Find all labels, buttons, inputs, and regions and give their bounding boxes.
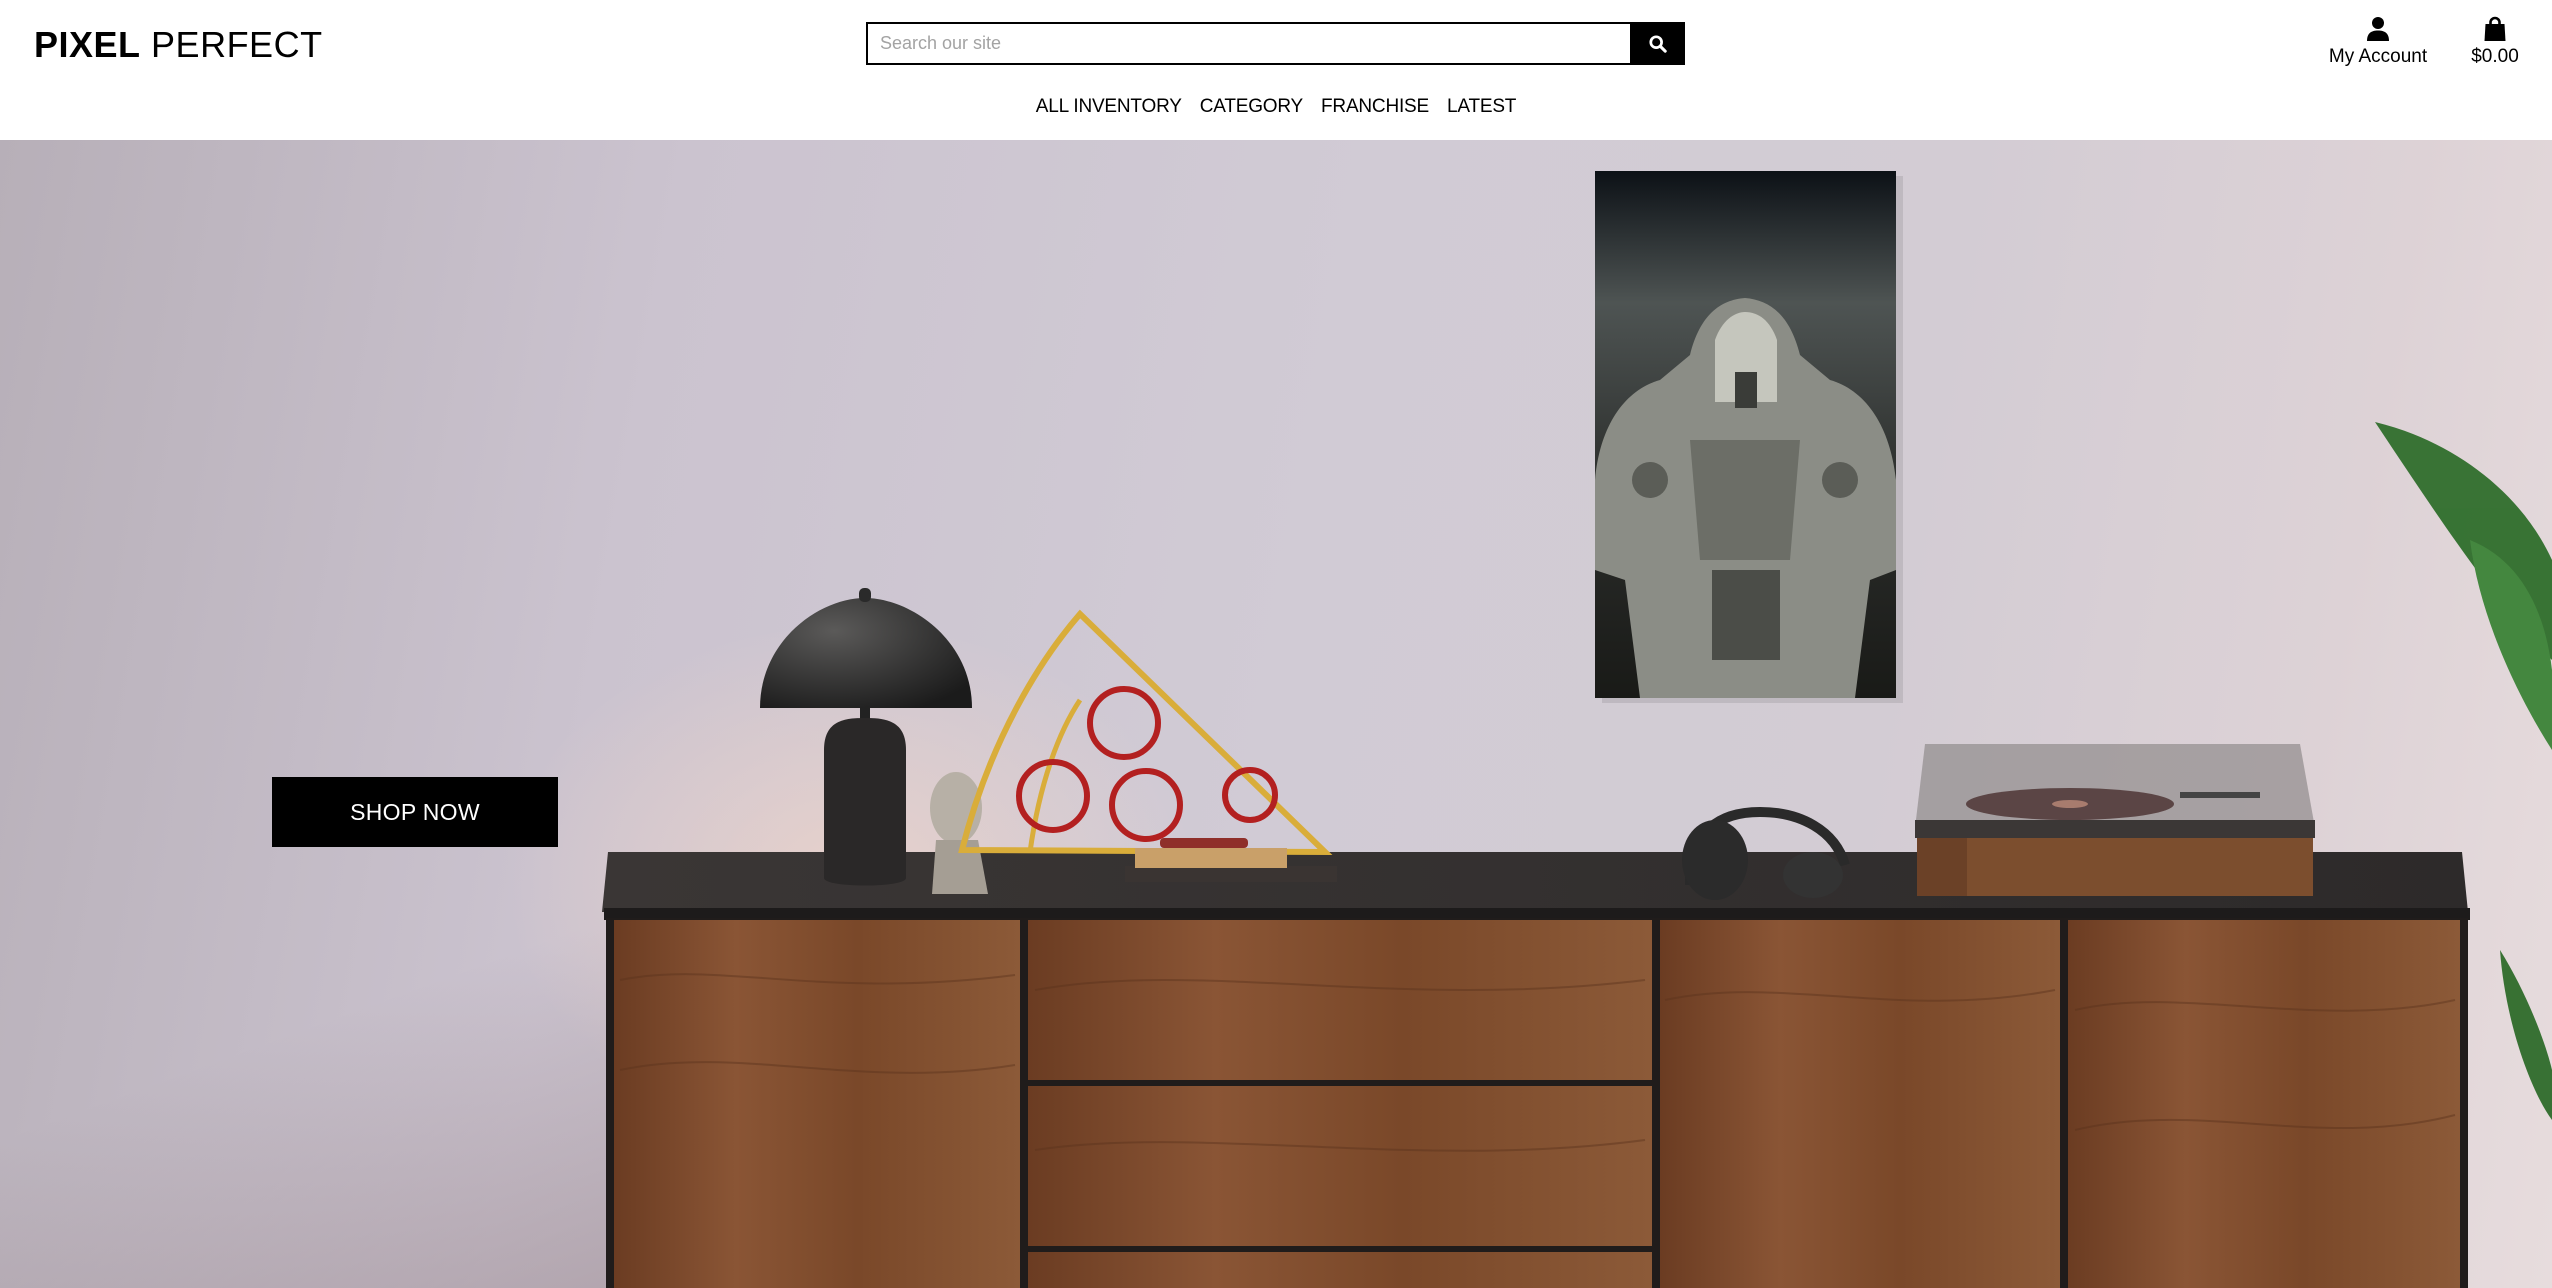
search-button[interactable] <box>1630 22 1685 65</box>
hero-banner: SHOP NOW <box>0 140 2552 1288</box>
nav-item-latest[interactable]: LATEST <box>1447 96 1516 118</box>
brand-name-bold: PIXEL <box>34 24 141 65</box>
poster-frame <box>1595 171 1903 703</box>
cart-total: $0.00 <box>2471 46 2519 67</box>
cart-link[interactable]: $0.00 <box>2460 16 2530 68</box>
decor-triangle <box>958 609 1333 856</box>
search-input[interactable] <box>866 22 1630 65</box>
site-header: PIXEL PERFECT My Account $0.00 ALL INVEN… <box>0 0 2552 140</box>
search-icon <box>1648 34 1667 53</box>
user-icon <box>2367 17 2389 41</box>
shop-now-button[interactable]: SHOP NOW <box>272 777 558 847</box>
my-account-link[interactable]: My Account <box>2316 16 2440 68</box>
brand-name-light: PERFECT <box>151 24 323 65</box>
turntable <box>1915 744 2315 896</box>
nav-item-category[interactable]: CATEGORY <box>1200 96 1303 118</box>
nav-item-franchise[interactable]: FRANCHISE <box>1321 96 1429 118</box>
shopping-bag-icon <box>2484 16 2506 41</box>
main-nav: ALL INVENTORY CATEGORY FRANCHISE LATEST <box>0 96 2552 118</box>
my-account-label: My Account <box>2328 46 2428 67</box>
hero-image <box>602 171 2552 1288</box>
brand-logo[interactable]: PIXEL PERFECT <box>34 22 323 68</box>
search-form <box>866 22 1685 65</box>
nav-item-all-inventory[interactable]: ALL INVENTORY <box>1036 96 1182 118</box>
